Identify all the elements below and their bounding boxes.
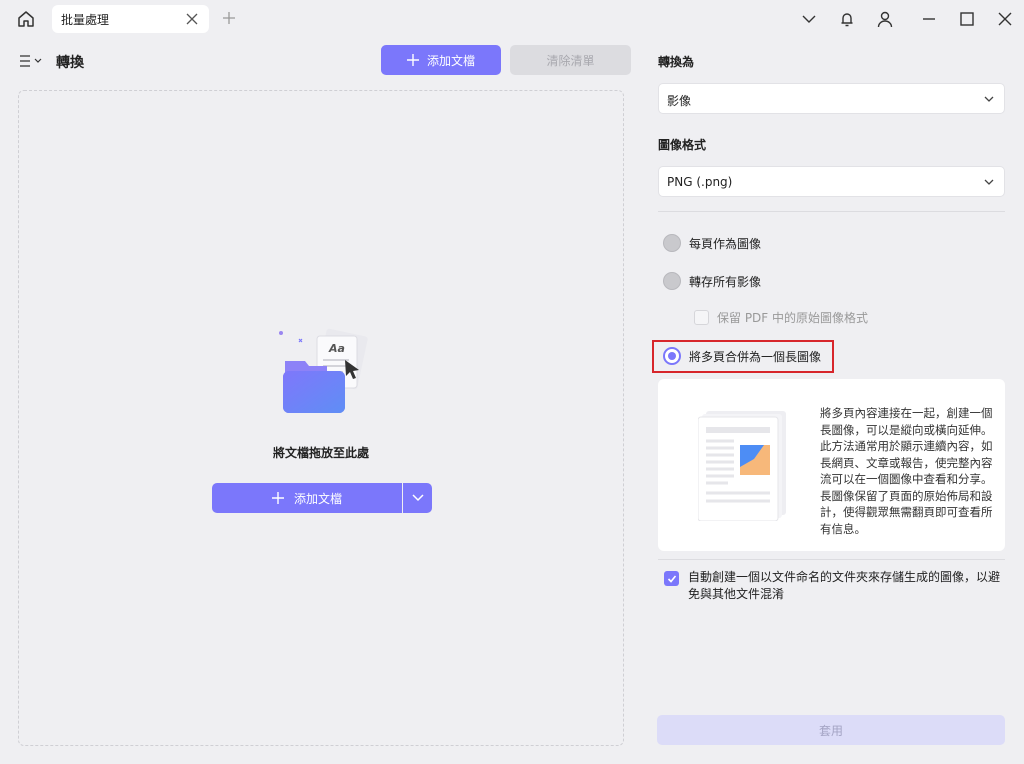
checkbox-checked[interactable] — [664, 571, 679, 586]
settings-panel: 轉換為 影像 圖像格式 PNG (.png) 每頁作為圖像 轉存所有影像 保留 … — [644, 38, 1020, 760]
convert-to-value: 影像 — [667, 94, 692, 108]
option-label: 保留 PDF 中的原始圖像格式 — [717, 311, 869, 325]
plus-icon — [271, 492, 284, 504]
drop-hint: 將文檔拖放至此處 — [272, 446, 369, 460]
drop-zone[interactable]: Aa 將文檔拖放至此處 添加文檔 — [18, 90, 624, 746]
chevron-down-icon — [411, 494, 424, 502]
option-each-page[interactable]: 每頁作為圖像 — [663, 233, 761, 253]
image-format-select[interactable]: PNG (.png) — [658, 166, 1005, 197]
option-save-all[interactable]: 轉存所有影像 — [663, 271, 761, 291]
plus-icon — [406, 54, 419, 66]
clear-list-label: 清除清單 — [546, 53, 595, 68]
maximize-icon[interactable] — [958, 10, 976, 28]
image-format-label: 圖像格式 — [658, 138, 707, 152]
apply-label: 套用 — [818, 723, 843, 738]
image-format-value: PNG (.png) — [667, 175, 733, 189]
plus-icon[interactable] — [222, 11, 236, 25]
close-icon[interactable] — [185, 12, 199, 26]
option-label: 轉存所有影像 — [689, 274, 762, 289]
auto-folder-label: 自動創建一個以文件命名的文件夾來存儲生成的圖像，以避免與其他文件混淆 — [688, 570, 1001, 601]
radio-button[interactable] — [663, 272, 681, 290]
panel-title: 轉換 — [56, 55, 84, 71]
divider — [658, 211, 1005, 212]
convert-to-label: 轉換為 — [658, 55, 695, 69]
add-file-main-label: 添加文檔 — [293, 491, 342, 506]
check-icon — [667, 574, 676, 583]
file-list-panel: 轉換 添加文檔 清除清單 Aa 將文檔拖放至此處 添加文檔 — [8, 38, 636, 760]
description-card: 將多頁內容連接在一起，創建一個長圖像，可以是縱向或橫向延伸。此方法通常用於顯示連… — [658, 379, 1005, 551]
radio-button[interactable] — [663, 234, 681, 252]
list-menu-icon[interactable] — [19, 54, 45, 68]
minimize-icon[interactable] — [920, 10, 938, 28]
folder-documents-icon: Aa — [279, 328, 368, 413]
checkbox[interactable] — [694, 310, 709, 325]
long-image-illustration — [698, 411, 786, 521]
tab-batch[interactable]: 批量處理 — [52, 5, 209, 33]
title-bar: 批量處理 — [0, 0, 1024, 38]
chevron-down-icon — [984, 179, 994, 185]
add-file-main-button[interactable]: 添加文檔 — [212, 483, 402, 513]
window-close-icon[interactable] — [996, 10, 1014, 28]
divider — [658, 559, 1005, 560]
home-icon[interactable] — [16, 9, 36, 29]
auto-folder-option[interactable]: 自動創建一個以文件命名的文件夾來存儲生成的圖像，以避免與其他文件混淆 — [664, 569, 1009, 603]
user-icon[interactable] — [876, 10, 894, 28]
chevron-down-icon — [984, 96, 994, 102]
radio-button-selected[interactable] — [663, 347, 681, 365]
option-label: 將多頁合併為一個長圖像 — [689, 349, 822, 364]
description-text: 將多頁內容連接在一起，創建一個長圖像，可以是縱向或橫向延伸。此方法通常用於顯示連… — [820, 406, 993, 536]
option-keep-format[interactable]: 保留 PDF 中的原始圖像格式 — [694, 309, 868, 326]
convert-to-select[interactable]: 影像 — [658, 83, 1005, 114]
chevron-down-icon[interactable] — [800, 10, 818, 28]
add-file-button[interactable]: 添加文檔 — [381, 45, 501, 75]
option-merge-long[interactable]: 將多頁合併為一個長圖像 — [663, 346, 821, 366]
add-file-label: 添加文檔 — [426, 53, 475, 68]
apply-button[interactable]: 套用 — [657, 715, 1005, 745]
svg-text:Aa: Aa — [328, 342, 345, 355]
option-label: 每頁作為圖像 — [689, 236, 762, 251]
add-file-dropdown-button[interactable] — [403, 483, 432, 513]
tab-label: 批量處理 — [61, 13, 110, 27]
clear-list-button[interactable]: 清除清單 — [510, 45, 631, 75]
bell-icon[interactable] — [838, 10, 856, 28]
